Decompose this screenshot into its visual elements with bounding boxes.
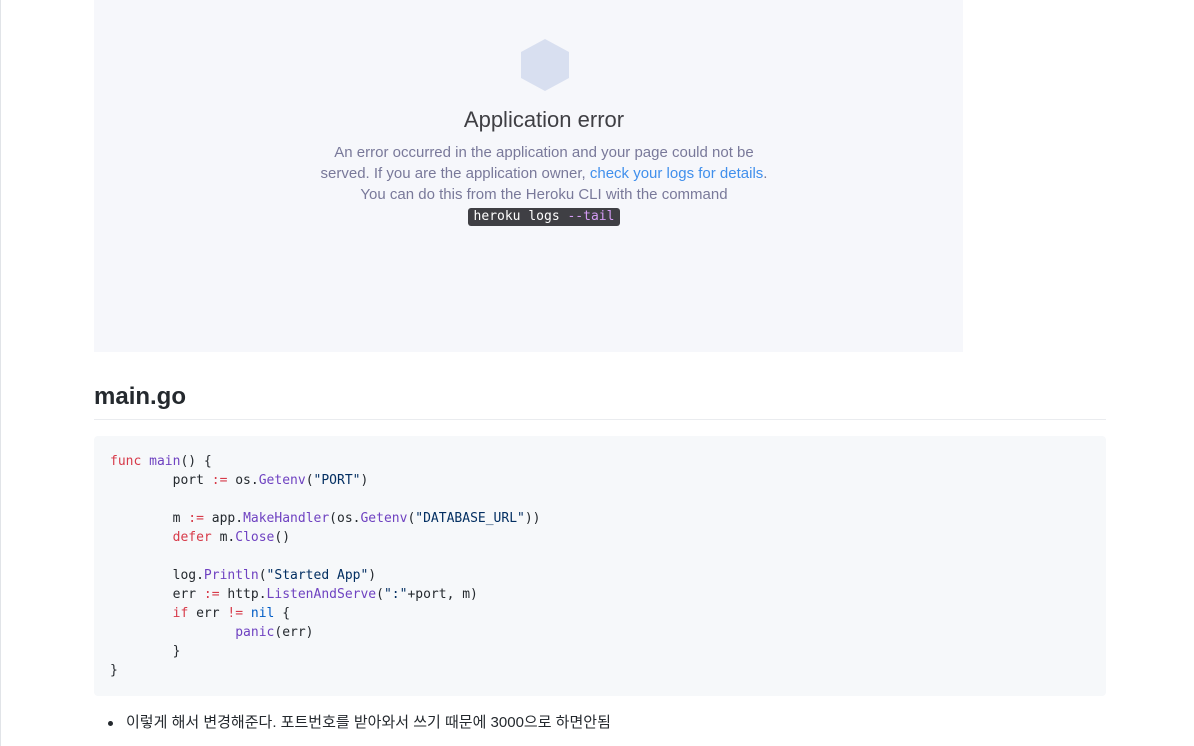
heroku-command: heroku logs --tail xyxy=(467,208,621,226)
code-token: != xyxy=(227,606,244,621)
list-item: 이렇게 해서 변경해준다. 포트번호를 받아와서 쓰기 때문에 3000으로 하… xyxy=(94,712,611,734)
code-line: panic(err) xyxy=(110,623,1090,642)
code-token: "PORT" xyxy=(313,473,361,488)
code-token: (err) xyxy=(274,625,314,640)
code-line: if err != nil { xyxy=(110,604,1090,623)
code-token: } xyxy=(110,663,118,678)
code-token: "DATABASE_URL" xyxy=(415,511,525,526)
code-token: ( xyxy=(305,473,314,488)
code-token: func xyxy=(110,454,142,469)
code-token: os. xyxy=(227,473,259,488)
code-token: (os. xyxy=(329,511,361,526)
code-token: } xyxy=(110,644,181,659)
code-token: := xyxy=(203,587,220,602)
code-token: ":" xyxy=(383,587,408,602)
code-token: port xyxy=(110,473,212,488)
code-token: nil xyxy=(250,606,275,621)
code-token: MakeHandler xyxy=(243,511,330,526)
code-token: m. xyxy=(211,530,236,545)
bullet-list: 이렇게 해서 변경해준다. 포트번호를 받아와서 쓰기 때문에 3000으로 하… xyxy=(94,712,611,734)
code-token: ListenAndServe xyxy=(266,587,377,602)
code-line: defer m.Close() xyxy=(110,528,1090,547)
code-line: log.Println("Started App") xyxy=(110,566,1090,585)
code-line: } xyxy=(110,661,1090,680)
code-token: := xyxy=(188,511,204,526)
code-token: )) xyxy=(524,511,541,526)
error-message: An error occurred in the application and… xyxy=(316,142,772,226)
section-heading: main.go xyxy=(94,383,1106,420)
code-token: panic xyxy=(235,625,275,640)
code-token: () xyxy=(274,530,291,545)
code-token: if xyxy=(172,606,189,621)
code-line: } xyxy=(110,642,1090,661)
code-token: app. xyxy=(203,511,244,526)
page-left-border xyxy=(0,0,1,746)
command-flag: --tail xyxy=(567,209,615,224)
code-token: Close xyxy=(235,530,275,545)
code-token: +port, m) xyxy=(407,587,478,602)
code-token: ( xyxy=(258,568,267,583)
code-line: func main() { xyxy=(110,452,1090,471)
code-line: m := app.MakeHandler(os.Getenv("DATABASE… xyxy=(110,509,1090,528)
code-token: "Started App" xyxy=(266,568,369,583)
code-token: { xyxy=(274,606,291,621)
code-line: err := http.ListenAndServe(":"+port, m) xyxy=(110,585,1090,604)
code-token: Getenv xyxy=(258,473,306,488)
code-token: Println xyxy=(203,568,259,583)
check-logs-link[interactable]: check your logs for details xyxy=(590,165,763,182)
code-token: () { xyxy=(180,454,212,469)
code-block: func main() { port := os.Getenv("PORT") … xyxy=(94,436,1106,696)
error-title: Application error xyxy=(463,107,625,132)
code-token: ( xyxy=(376,587,384,602)
code-token: http. xyxy=(219,587,267,602)
code-token: defer xyxy=(172,530,212,545)
code-token: err xyxy=(110,587,204,602)
code-line: port := os.Getenv("PORT") xyxy=(110,471,1090,490)
code-token: := xyxy=(211,473,228,488)
code-token: m xyxy=(110,511,189,526)
code-token: log. xyxy=(110,568,204,583)
code-token: ) xyxy=(360,473,369,488)
command-base: heroku logs xyxy=(473,209,568,224)
hexagon-shape xyxy=(521,39,569,91)
code-token: main xyxy=(149,454,181,469)
bullet-dot xyxy=(108,721,113,726)
code-token: err xyxy=(188,606,228,621)
hexagon-icon xyxy=(521,39,569,91)
code-token: Getenv xyxy=(360,511,408,526)
code-token: ) xyxy=(368,568,377,583)
list-item-text: 이렇게 해서 변경해준다. 포트번호를 받아와서 쓰기 때문에 3000으로 하… xyxy=(126,714,611,731)
